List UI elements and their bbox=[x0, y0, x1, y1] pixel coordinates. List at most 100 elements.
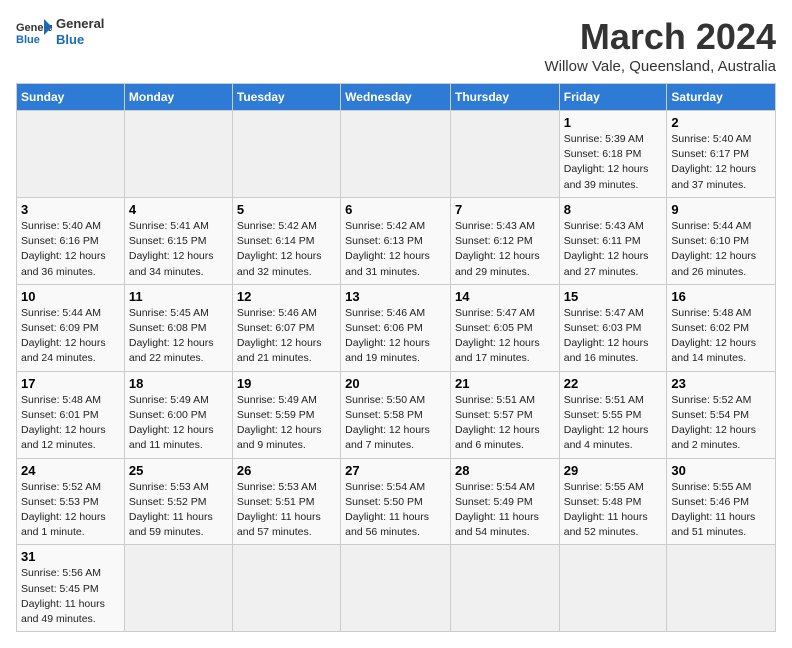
calendar-cell: 12 Sunrise: 5:46 AM Sunset: 6:07 PM Dayli… bbox=[232, 284, 340, 371]
day-info: Sunrise: 5:54 AM Sunset: 5:50 PM Dayligh… bbox=[345, 480, 446, 541]
day-info: Sunrise: 5:43 AM Sunset: 6:12 PM Dayligh… bbox=[455, 219, 555, 280]
calendar-cell: 15Sunrise: 5:47 AM Sunset: 6:03 PM Dayli… bbox=[559, 284, 667, 371]
day-number: 19 bbox=[237, 376, 336, 391]
day-info: Sunrise: 5:50 AM Sunset: 5:58 PM Dayligh… bbox=[345, 393, 446, 454]
day-number: 24 bbox=[21, 463, 120, 478]
logo-icon: General Blue bbox=[16, 17, 52, 47]
day-number: 6 bbox=[345, 202, 446, 217]
calendar-cell bbox=[450, 111, 559, 198]
day-info: Sunrise: 5:43 AM Sunset: 6:11 PM Dayligh… bbox=[564, 219, 663, 280]
calendar-cell bbox=[341, 111, 451, 198]
day-info: Sunrise: 5:52 AM Sunset: 5:53 PM Dayligh… bbox=[21, 480, 120, 541]
day-info: Sunrise: 5:55 AM Sunset: 5:46 PM Dayligh… bbox=[671, 480, 771, 541]
day-info: Sunrise: 5:42 AM Sunset: 6:14 PM Dayligh… bbox=[237, 219, 336, 280]
calendar-cell: 22 Sunrise: 5:51 AM Sunset: 5:55 PM Dayli… bbox=[559, 371, 667, 458]
calendar-cell: 10Sunrise: 5:44 AM Sunset: 6:09 PM Dayli… bbox=[17, 284, 125, 371]
weekday-header: Sunday bbox=[17, 84, 125, 111]
day-number: 18 bbox=[129, 376, 228, 391]
day-info: Sunrise: 5:42 AM Sunset: 6:13 PM Dayligh… bbox=[345, 219, 446, 280]
day-number: 1 bbox=[564, 115, 663, 130]
calendar-cell: 1 Sunrise: 5:39 AM Sunset: 6:18 PM Daylig… bbox=[559, 111, 667, 198]
day-number: 10 bbox=[21, 289, 120, 304]
day-info: Sunrise: 5:49 AM Sunset: 5:59 PM Dayligh… bbox=[237, 393, 336, 454]
calendar-week-row: 3Sunrise: 5:40 AM Sunset: 6:16 PM Daylig… bbox=[17, 197, 776, 284]
calendar-cell: 30 Sunrise: 5:55 AM Sunset: 5:46 PM Dayli… bbox=[667, 458, 776, 545]
day-number: 27 bbox=[345, 463, 446, 478]
day-number: 12 bbox=[237, 289, 336, 304]
calendar-cell: 28 Sunrise: 5:54 AM Sunset: 5:49 PM Dayli… bbox=[450, 458, 559, 545]
day-number: 26 bbox=[237, 463, 336, 478]
calendar-cell bbox=[667, 545, 776, 632]
day-info: Sunrise: 5:46 AM Sunset: 6:06 PM Dayligh… bbox=[345, 306, 446, 367]
day-info: Sunrise: 5:46 AM Sunset: 6:07 PM Dayligh… bbox=[237, 306, 336, 367]
calendar-cell bbox=[232, 545, 340, 632]
day-number: 5 bbox=[237, 202, 336, 217]
calendar-cell: 16 Sunrise: 5:48 AM Sunset: 6:02 PM Dayli… bbox=[667, 284, 776, 371]
day-number: 15 bbox=[564, 289, 663, 304]
calendar-cell: 13 Sunrise: 5:46 AM Sunset: 6:06 PM Dayli… bbox=[341, 284, 451, 371]
day-info: Sunrise: 5:51 AM Sunset: 5:57 PM Dayligh… bbox=[455, 393, 555, 454]
day-number: 2 bbox=[671, 115, 771, 130]
day-info: Sunrise: 5:41 AM Sunset: 6:15 PM Dayligh… bbox=[129, 219, 228, 280]
day-info: Sunrise: 5:48 AM Sunset: 6:02 PM Dayligh… bbox=[671, 306, 771, 367]
calendar-cell bbox=[341, 545, 451, 632]
day-number: 9 bbox=[671, 202, 771, 217]
calendar-cell bbox=[17, 111, 125, 198]
calendar-cell: 7Sunrise: 5:43 AM Sunset: 6:12 PM Daylig… bbox=[450, 197, 559, 284]
calendar-week-row: 10Sunrise: 5:44 AM Sunset: 6:09 PM Dayli… bbox=[17, 284, 776, 371]
day-info: Sunrise: 5:47 AM Sunset: 6:05 PM Dayligh… bbox=[455, 306, 555, 367]
calendar-cell: 5 Sunrise: 5:42 AM Sunset: 6:14 PM Daylig… bbox=[232, 197, 340, 284]
calendar-cell: 23Sunrise: 5:52 AM Sunset: 5:54 PM Dayli… bbox=[667, 371, 776, 458]
month-title: March 2024 bbox=[544, 16, 776, 58]
day-number: 30 bbox=[671, 463, 771, 478]
day-info: Sunrise: 5:52 AM Sunset: 5:54 PM Dayligh… bbox=[671, 393, 771, 454]
day-info: Sunrise: 5:48 AM Sunset: 6:01 PM Dayligh… bbox=[21, 393, 120, 454]
calendar-week-row: 17 Sunrise: 5:48 AM Sunset: 6:01 PM Dayli… bbox=[17, 371, 776, 458]
calendar-cell: 25 Sunrise: 5:53 AM Sunset: 5:52 PM Dayli… bbox=[124, 458, 232, 545]
calendar-cell: 27 Sunrise: 5:54 AM Sunset: 5:50 PM Dayli… bbox=[341, 458, 451, 545]
calendar-week-row: 1 Sunrise: 5:39 AM Sunset: 6:18 PM Daylig… bbox=[17, 111, 776, 198]
calendar-cell bbox=[124, 545, 232, 632]
day-number: 29 bbox=[564, 463, 663, 478]
calendar-cell: 8 Sunrise: 5:43 AM Sunset: 6:11 PM Daylig… bbox=[559, 197, 667, 284]
calendar-cell bbox=[450, 545, 559, 632]
day-number: 22 bbox=[564, 376, 663, 391]
calendar-cell: 24 Sunrise: 5:52 AM Sunset: 5:53 PM Dayli… bbox=[17, 458, 125, 545]
location-title: Willow Vale, Queensland, Australia bbox=[544, 58, 776, 75]
logo: General Blue General Blue bbox=[16, 16, 104, 47]
day-number: 17 bbox=[21, 376, 120, 391]
day-info: Sunrise: 5:40 AM Sunset: 6:17 PM Dayligh… bbox=[671, 132, 771, 193]
weekday-header: Saturday bbox=[667, 84, 776, 111]
weekday-header: Tuesday bbox=[232, 84, 340, 111]
calendar-cell: 29 Sunrise: 5:55 AM Sunset: 5:48 PM Dayli… bbox=[559, 458, 667, 545]
calendar: SundayMondayTuesdayWednesdayThursdayFrid… bbox=[16, 83, 776, 632]
day-info: Sunrise: 5:51 AM Sunset: 5:55 PM Dayligh… bbox=[564, 393, 663, 454]
calendar-cell: 26 Sunrise: 5:53 AM Sunset: 5:51 PM Dayli… bbox=[232, 458, 340, 545]
calendar-cell: 18Sunrise: 5:49 AM Sunset: 6:00 PM Dayli… bbox=[124, 371, 232, 458]
day-info: Sunrise: 5:56 AM Sunset: 5:45 PM Dayligh… bbox=[21, 566, 120, 627]
day-number: 28 bbox=[455, 463, 555, 478]
calendar-cell: 31Sunrise: 5:56 AM Sunset: 5:45 PM Dayli… bbox=[17, 545, 125, 632]
calendar-cell: 6 Sunrise: 5:42 AM Sunset: 6:13 PM Daylig… bbox=[341, 197, 451, 284]
day-info: Sunrise: 5:53 AM Sunset: 5:52 PM Dayligh… bbox=[129, 480, 228, 541]
day-info: Sunrise: 5:40 AM Sunset: 6:16 PM Dayligh… bbox=[21, 219, 120, 280]
day-number: 20 bbox=[345, 376, 446, 391]
calendar-cell: 19 Sunrise: 5:49 AM Sunset: 5:59 PM Dayli… bbox=[232, 371, 340, 458]
calendar-cell: 21Sunrise: 5:51 AM Sunset: 5:57 PM Dayli… bbox=[450, 371, 559, 458]
weekday-header: Thursday bbox=[450, 84, 559, 111]
day-info: Sunrise: 5:54 AM Sunset: 5:49 PM Dayligh… bbox=[455, 480, 555, 541]
day-number: 16 bbox=[671, 289, 771, 304]
calendar-week-row: 31Sunrise: 5:56 AM Sunset: 5:45 PM Dayli… bbox=[17, 545, 776, 632]
day-info: Sunrise: 5:53 AM Sunset: 5:51 PM Dayligh… bbox=[237, 480, 336, 541]
calendar-cell: 11Sunrise: 5:45 AM Sunset: 6:08 PM Dayli… bbox=[124, 284, 232, 371]
day-info: Sunrise: 5:39 AM Sunset: 6:18 PM Dayligh… bbox=[564, 132, 663, 193]
weekday-header: Wednesday bbox=[341, 84, 451, 111]
header: General Blue General Blue March 2024 Wil… bbox=[16, 16, 776, 75]
day-number: 4 bbox=[129, 202, 228, 217]
day-info: Sunrise: 5:44 AM Sunset: 6:10 PM Dayligh… bbox=[671, 219, 771, 280]
day-number: 8 bbox=[564, 202, 663, 217]
day-number: 14 bbox=[455, 289, 555, 304]
day-info: Sunrise: 5:55 AM Sunset: 5:48 PM Dayligh… bbox=[564, 480, 663, 541]
day-number: 25 bbox=[129, 463, 228, 478]
day-number: 13 bbox=[345, 289, 446, 304]
